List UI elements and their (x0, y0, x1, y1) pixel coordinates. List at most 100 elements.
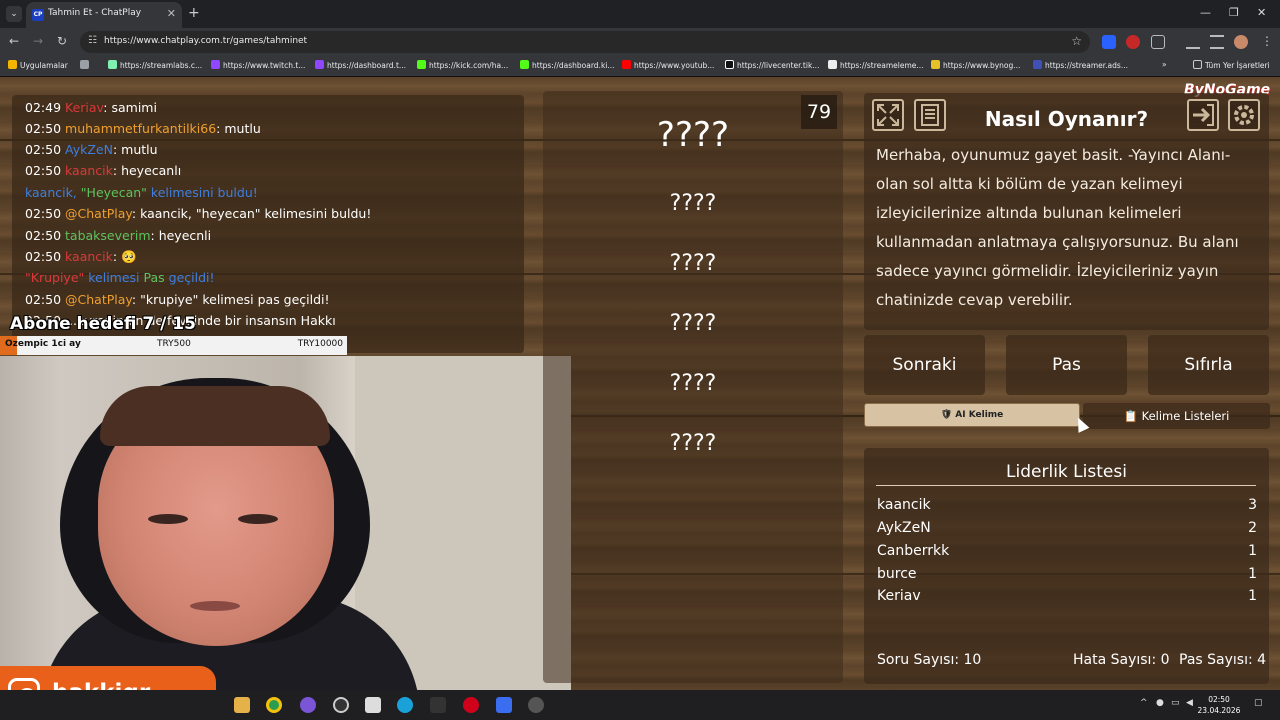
chat-message: 02:50 @ChatPlay: kaancik, "heyecan" keli… (25, 206, 372, 221)
browser-menu-icon[interactable]: ⋮ (1261, 34, 1273, 48)
tab-search-button[interactable]: ⌄ (6, 6, 22, 22)
kick-icon (520, 60, 529, 69)
extension-icon[interactable] (1102, 35, 1116, 49)
bookmark-item[interactable]: https://kick.com/ha... (417, 60, 508, 70)
leaderboard-row: Keriav 1 (877, 588, 1257, 604)
subscriber-goal-text: Abone hedefi 7 / 15 (10, 314, 196, 334)
file-explorer-icon[interactable] (234, 697, 250, 713)
bookmark-item[interactable]: https://www.twitch.t... (211, 60, 305, 70)
bookmark-item[interactable]: https://dashboard.ki... (520, 60, 615, 70)
pass-button[interactable]: Pas (1006, 335, 1127, 395)
tray-overflow-icon[interactable]: ^ (1140, 698, 1148, 708)
how-to-play-text: Merhaba, oyunumuz gayet basit. -Yayıncı … (876, 146, 1239, 309)
reading-list-icon[interactable] (1210, 35, 1224, 49)
exit-icon[interactable] (1187, 99, 1219, 131)
navigation-bar: ← → ↻ ☷ https://www.chatplay.com.tr/game… (0, 28, 1280, 56)
social-handle-overlay: hakkigr (0, 666, 216, 690)
donation-goal-name: Ozempic 1ci ay (5, 339, 81, 349)
clock[interactable]: 02:50 23.04.2026 (1196, 694, 1242, 716)
bookmarks-bar: Uygulamalar https://streamlabs.c... http… (0, 56, 1280, 77)
download-icon[interactable] (1186, 35, 1200, 49)
bookmark-item[interactable]: https://livecenter.tik... (725, 60, 819, 70)
error-count: Hata Sayısı: 0 (1073, 652, 1170, 668)
leaderboard-panel: Liderlik Listesi kaancik 3 AykZeN 2 Canber… (864, 448, 1269, 684)
chrome-icon[interactable] (266, 697, 282, 713)
site-info-icon[interactable]: ☷ (88, 35, 97, 46)
instagram-icon (8, 678, 40, 690)
word-card: 79 ???? ???? ???? ???? ???? ???? (543, 91, 843, 683)
tab-close-icon[interactable]: ✕ (167, 7, 176, 20)
chat-message: 02:50 tabakseverim: heyecnli (25, 228, 212, 243)
edge-icon[interactable] (397, 697, 413, 713)
new-tab-button[interactable]: + (188, 5, 200, 21)
chat-message: 02:50 kaancik: heyecanlı (25, 163, 182, 178)
tab-bar: ⌄ CP Tahmin Et - ChatPlay ✕ + — ❐ ✕ (0, 0, 1280, 28)
bookmark-item[interactable]: https://streamlabs.c... (108, 60, 202, 70)
back-icon[interactable]: ← (9, 34, 19, 48)
game-page: ByNoGame 02:49 Keriav: samimi 02:50 muha… (0, 77, 1280, 690)
close-window-button[interactable]: ✕ (1257, 6, 1266, 19)
streamelements-icon (828, 60, 837, 69)
network-icon[interactable]: ▭ (1171, 698, 1180, 708)
forward-icon[interactable]: → (33, 34, 43, 48)
word-lists-button[interactable]: 📋 Kelime Listeleri (1083, 403, 1270, 429)
bookmark-star-icon[interactable]: ☆ (1071, 34, 1082, 48)
how-to-play-panel: Nasıl Oynanır? Merhaba, oyunumuz gayet b… (864, 93, 1269, 330)
apps-bookmark[interactable]: Uygulamalar (8, 60, 68, 70)
volume-icon[interactable]: ◀ (1186, 698, 1193, 708)
bookmark-item[interactable]: https://www.bynog... (931, 60, 1020, 70)
leaderboard-row: AykZeN 2 (877, 520, 1257, 536)
twitch-icon (211, 60, 220, 69)
bookmark-item[interactable]: https://dashboard.t... (315, 60, 406, 70)
bookmark-item[interactable]: https://www.youtub... (622, 60, 714, 70)
restore-button[interactable]: ❐ (1229, 6, 1239, 19)
pass-count: Pas Sayısı: 4 (1179, 652, 1267, 668)
minimize-button[interactable]: — (1200, 6, 1211, 19)
bookmark-item[interactable]: https://streameleme... (828, 60, 924, 70)
forbidden-word: ???? (669, 251, 717, 276)
ads-icon (1033, 60, 1042, 69)
tiktok-icon (725, 60, 734, 69)
app-icon[interactable] (496, 697, 512, 713)
forbidden-word: ???? (669, 431, 717, 456)
forbidden-word: ???? (669, 191, 717, 216)
forbidden-word: ???? (669, 371, 717, 396)
app-icon[interactable] (300, 697, 316, 713)
extension-icon[interactable] (1126, 35, 1140, 49)
reset-button[interactable]: Sıfırla (1148, 335, 1269, 395)
chat-message: 02:50 kaancik: 🥺 (25, 249, 137, 264)
bynogame-icon (931, 60, 940, 69)
more-bookmarks-icon[interactable]: » (1162, 60, 1167, 69)
youtube-icon (622, 60, 631, 69)
divider (876, 485, 1256, 486)
leaderboard-row: Canberrkk 1 (877, 543, 1257, 559)
obs-icon[interactable] (333, 697, 349, 713)
app-icon[interactable] (365, 697, 381, 713)
social-handle: hakkigr (52, 680, 150, 690)
extensions-puzzle-icon[interactable] (1151, 35, 1165, 49)
grid-bookmark-icon[interactable] (80, 60, 92, 70)
leaderboard-row: burce 1 (877, 566, 1257, 582)
leaderboard-row: kaancik 3 (877, 497, 1257, 513)
address-bar[interactable]: ☷ https://www.chatplay.com.tr/games/tahm… (80, 31, 1090, 53)
reload-icon[interactable]: ↻ (57, 34, 67, 48)
all-bookmarks-folder[interactable]: Tüm Yer İşaretleri (1193, 60, 1270, 70)
url-text[interactable]: https://www.chatplay.com.tr/games/tahmin… (104, 36, 307, 46)
notifications-icon[interactable]: ▢ (1254, 698, 1263, 708)
chat-message: 02:49 Keriav: samimi (25, 100, 157, 115)
microphone-icon[interactable]: ● (1156, 698, 1164, 708)
chat-message: 02:50 @ChatPlay: "krupiye" kelimesi pas … (25, 292, 330, 307)
next-button[interactable]: Sonraki (864, 335, 985, 395)
app-icon[interactable] (430, 697, 446, 713)
profile-avatar[interactable] (1234, 35, 1248, 49)
clock-date: 23.04.2026 (1197, 706, 1241, 715)
folder-icon (1193, 60, 1202, 69)
gear-icon[interactable] (1228, 99, 1260, 131)
streamlabs-icon (108, 60, 117, 69)
tab-title: Tahmin Et - ChatPlay (48, 8, 142, 18)
opera-icon[interactable] (463, 697, 479, 713)
tab-active[interactable]: CP Tahmin Et - ChatPlay ✕ (26, 2, 182, 28)
bookmark-item[interactable]: https://streamer.ads... (1033, 60, 1128, 70)
ai-word-button[interactable]: 🛡 AI Kelime (864, 403, 1080, 427)
app-icon[interactable] (528, 697, 544, 713)
